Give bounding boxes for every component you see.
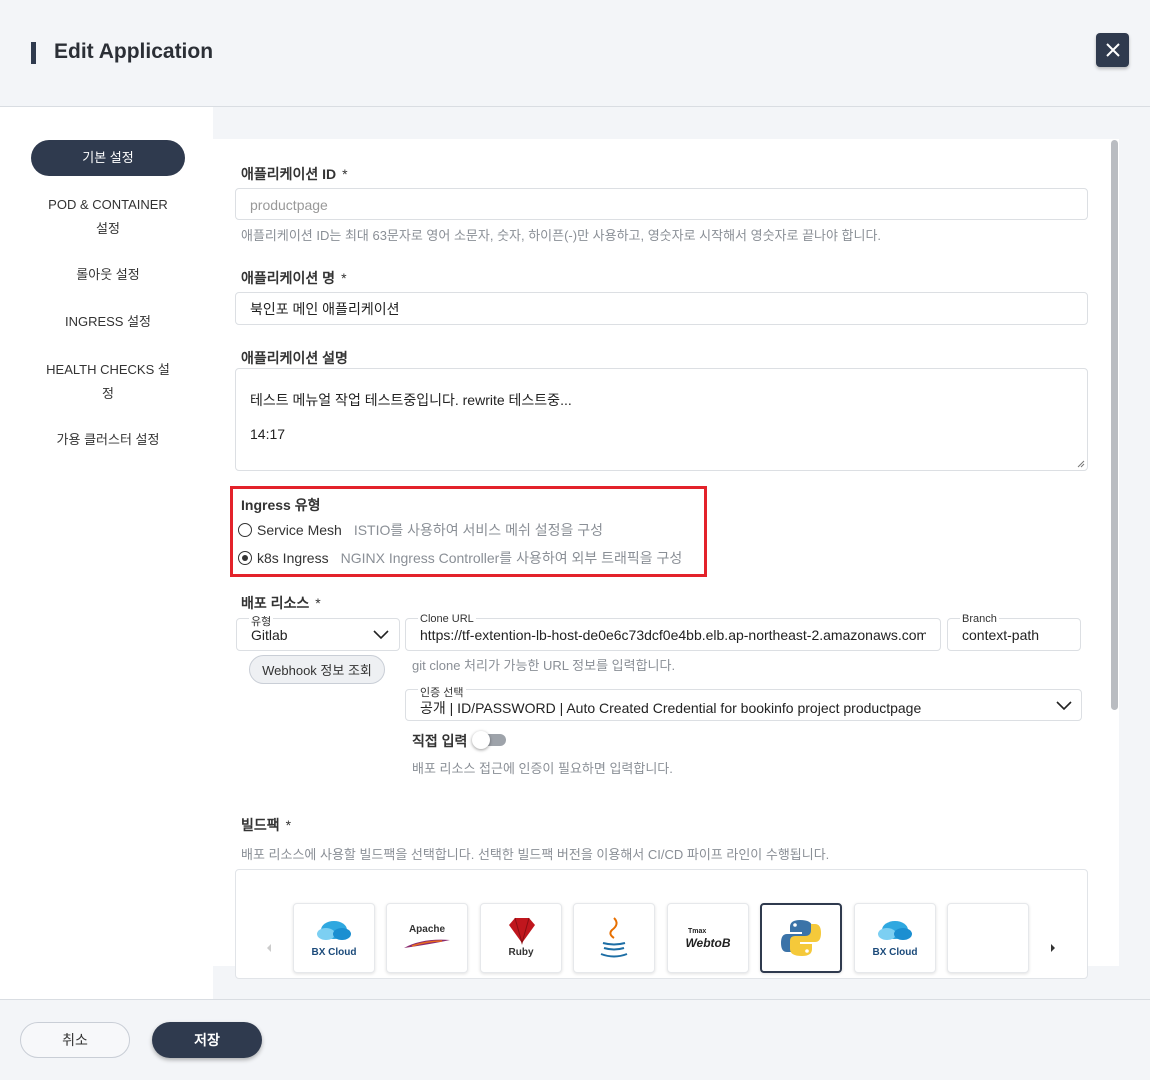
sidebar-item-cluster[interactable]: 가용 클러스터 설정 [31, 428, 185, 452]
buildpack-card-webtob[interactable]: Tmax WebtoB [667, 903, 749, 973]
app-desc-line: 14:17 [250, 426, 286, 442]
title-accent-bar [31, 42, 36, 64]
save-button[interactable]: 저장 [152, 1022, 262, 1058]
buildpack-card-apache[interactable]: Apache [386, 903, 468, 973]
java-cup-icon [600, 917, 628, 958]
carousel-next-icon[interactable] [1050, 943, 1056, 953]
buildpack-name: Ruby [508, 947, 534, 958]
python-logo-icon [781, 920, 821, 956]
chevron-down-icon [373, 630, 389, 640]
radio-checked-icon[interactable] [238, 551, 252, 565]
source-type-value: Gitlab [251, 627, 288, 643]
clone-url-input[interactable]: Clone URL https://tf-extention-lb-host-d… [405, 613, 941, 651]
ingress-type-label: Ingress 유형 [241, 497, 321, 513]
apache-feather-icon [404, 939, 450, 948]
clone-url-label: Clone URL [418, 613, 476, 625]
clone-url-help: git clone 처리가 가능한 URL 정보를 입력합니다. [412, 658, 676, 673]
webhook-info-button[interactable]: Webhook 정보 조회 [249, 655, 385, 684]
buildpack-help: 배포 리소스에 사용할 빌드팩을 선택합니다. 선택한 빌드팩 버전을 이용해서… [241, 847, 830, 862]
clone-url-value: https://tf-extention-lb-host-de0e6c73dcf… [420, 627, 926, 643]
sidebar-item-rollout[interactable]: 롤아웃 설정 [31, 263, 185, 287]
app-name-label: 애플리케이션 명 * [241, 270, 347, 286]
chevron-down-icon [1056, 701, 1072, 711]
app-id-help: 애플리케이션 ID는 최대 63문자로 영어 소문자, 숫자, 하이픈(-)만 … [241, 228, 882, 243]
radio-unchecked-icon[interactable] [238, 523, 252, 537]
ruby-gem-icon [509, 917, 535, 945]
radio-description: ISTIO를 사용하여 서비스 메쉬 설정을 구성 [353, 522, 604, 538]
radio-label: k8s Ingress [257, 550, 329, 566]
cancel-button[interactable]: 취소 [20, 1022, 130, 1058]
radio-service-mesh[interactable]: Service Mesh ISTIO를 사용하여 서비스 메쉬 설정을 구성 [238, 520, 603, 540]
radio-k8s-ingress[interactable]: k8s Ingress NGINX Ingress Controller를 사용… [238, 548, 682, 568]
radio-description: NGINX Ingress Controller를 사용하여 외부 트래픽을 구… [340, 550, 683, 566]
auth-select[interactable]: 인증 선택 공개 | ID/PASSWORD | Auto Created Cr… [405, 684, 1082, 721]
tmax-mark: Tmax [688, 928, 707, 935]
buildpack-name: BX Cloud [872, 947, 918, 958]
dialog-header: Edit Application [0, 0, 1150, 107]
buildpack-name: WebtoB [685, 936, 731, 950]
close-button[interactable] [1096, 33, 1129, 67]
sidebar-item-basic-settings[interactable]: 기본 설정 [31, 140, 185, 176]
auth-value: 공개 | ID/PASSWORD | Auto Created Credenti… [420, 700, 922, 716]
resize-handle-icon[interactable] [1077, 460, 1085, 468]
direct-input-toggle[interactable] [472, 731, 506, 749]
toggle-knob[interactable] [472, 731, 490, 749]
buildpack-card-bxcloud-2[interactable]: BX Cloud [854, 903, 936, 973]
app-desc-line: 테스트 메뉴얼 작업 테스트중입니다. rewrite 테스트중... [250, 392, 572, 408]
app-desc-textarea[interactable]: 테스트 메뉴얼 작업 테스트중입니다. rewrite 테스트중... 14:1… [235, 368, 1088, 471]
buildpack-label: 빌드팩 * [241, 817, 292, 833]
page-title: Edit Application [54, 40, 214, 63]
buildpack-name: BX Cloud [311, 947, 357, 958]
buildpack-card-empty[interactable] [947, 903, 1029, 973]
direct-input-help: 배포 리소스 접근에 인증이 필요하면 입력합니다. [412, 761, 673, 776]
source-type-select[interactable]: 유형 Gitlab [236, 613, 400, 651]
sidebar-item-pod-container[interactable]: POD & CONTAINER 설정 [31, 193, 185, 241]
app-id-input[interactable]: productpage [235, 188, 1088, 220]
buildpack-card-java[interactable] [573, 903, 655, 973]
app-desc-label: 애플리케이션 설명 [241, 350, 348, 366]
deploy-source-label: 배포 리소스 * [241, 595, 321, 611]
sidebar-item-health-checks[interactable]: HEALTH CHECKS 설정 [31, 358, 185, 406]
branch-input[interactable]: Branch context-path [947, 613, 1081, 651]
buildpack-card-python[interactable] [760, 903, 842, 973]
sidebar: 기본 설정 POD & CONTAINER 설정 롤아웃 설정 INGRESS … [0, 107, 213, 999]
buildpack-name: Apache [408, 924, 446, 935]
carousel-prev-icon[interactable] [266, 943, 272, 953]
buildpack-card-ruby[interactable]: Ruby [480, 903, 562, 973]
app-id-label: 애플리케이션 ID * [241, 166, 348, 182]
direct-input-label: 직접 입력 [412, 733, 468, 749]
branch-value: context-path [962, 627, 1040, 643]
radio-label: Service Mesh [257, 522, 342, 538]
sidebar-item-ingress[interactable]: INGRESS 설정 [31, 310, 185, 334]
app-name-input[interactable]: 북인포 메인 애플리케이션 [235, 292, 1088, 325]
branch-label: Branch [960, 613, 999, 625]
buildpack-card-bxcloud[interactable]: BX Cloud [293, 903, 375, 973]
close-icon [1105, 43, 1120, 57]
scrollbar[interactable] [1111, 140, 1118, 710]
